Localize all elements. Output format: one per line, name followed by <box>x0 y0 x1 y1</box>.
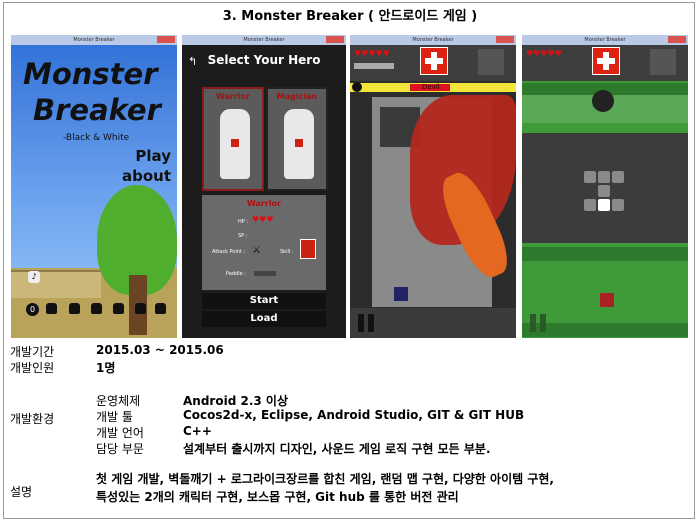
paddle-label: Paddle : <box>226 271 246 277</box>
pause-icon[interactable] <box>368 314 374 332</box>
env-os-value: Android 2.3 이상 <box>183 394 288 408</box>
hedge-middle <box>522 247 688 261</box>
dungeon-hole <box>592 90 614 112</box>
window-controls <box>326 36 344 43</box>
logo-line2: Breaker <box>33 93 161 127</box>
hero-name: Warrior <box>215 92 250 101</box>
boss-name: Devil <box>422 83 440 91</box>
people-label: 개발인원 <box>10 361 55 375</box>
period-value: 2015.03 ~ 2015.06 <box>96 343 224 357</box>
player-sprite <box>600 293 614 307</box>
lock-icon <box>46 303 57 314</box>
hp-hearts: ♥♥♥♥♥ <box>526 49 562 58</box>
hp-label: HP : <box>238 219 249 225</box>
lock-icon <box>113 303 124 314</box>
inventory-slot[interactable] <box>612 171 624 183</box>
inventory-slot[interactable] <box>598 171 610 183</box>
hero-name: Magician <box>276 92 318 101</box>
start-button[interactable]: Start <box>202 293 326 309</box>
select-hero-heading: Select Your Hero <box>207 53 321 67</box>
pause-icon[interactable] <box>540 314 546 332</box>
sp-indicator <box>354 63 394 69</box>
play-button[interactable]: Play <box>135 147 171 165</box>
player-sprite <box>394 287 408 301</box>
period-label: 개발기간 <box>10 345 55 359</box>
hero-stats-panel: Warrior HP : ♥♥♥ SP : Attack Point : ⚔ S… <box>202 195 326 290</box>
window-title: Monster Breaker <box>73 37 115 43</box>
panel-title: Warrior <box>246 199 281 208</box>
window-titlebar: Monster Breaker <box>11 35 177 45</box>
stage-badge[interactable]: 0 <box>26 303 39 316</box>
lock-icon <box>69 303 80 314</box>
window-controls <box>496 36 514 43</box>
env-role-label: 담당 부문 <box>96 442 144 456</box>
sp-label: SP : <box>238 233 248 239</box>
screenshot-inventory: Monster Breaker ♥♥♥♥♥ <box>522 35 688 338</box>
env-role-value: 설계부터 출시까지 디자인, 사운드 게임 로직 구현 모든 부분. <box>183 442 491 456</box>
env-tools-label: 개발 툴 <box>96 410 133 424</box>
window-title: Monster Breaker <box>243 37 285 43</box>
bottom-border <box>350 308 516 338</box>
inventory-slot[interactable] <box>584 171 596 183</box>
window-title: Monster Breaker <box>584 37 626 43</box>
env-language-value: C++ <box>183 424 212 438</box>
hp-hearts: ♥♥♥ <box>252 215 274 224</box>
hero-card-magician[interactable]: Magician <box>266 87 328 191</box>
minimap <box>478 49 504 75</box>
desc-line2: 특성있는 2개의 캐릭터 구현, 보스몹 구현, Git hub 를 통한 버전… <box>96 490 459 504</box>
logo-line1: Monster <box>23 57 158 91</box>
window-controls <box>668 36 686 43</box>
window-title: Monster Breaker <box>412 37 454 43</box>
skill-label: Skill : <box>280 249 294 255</box>
attack-label: Attack Point : <box>212 249 246 255</box>
desc-label: 설명 <box>10 485 33 499</box>
lock-icon <box>91 303 102 314</box>
inventory-slot[interactable] <box>612 199 624 211</box>
load-button[interactable]: Load <box>202 311 326 327</box>
boss-health-bar: Devil <box>350 83 516 92</box>
hero-card-warrior[interactable]: Warrior <box>202 87 264 191</box>
lock-icon <box>155 303 166 314</box>
window-controls <box>157 36 175 43</box>
hedge-bottom <box>522 323 688 337</box>
env-language-label: 개발 언어 <box>96 426 144 440</box>
castle-wall <box>11 270 101 298</box>
screenshot-boss-battle: Monster Breaker ♥♥♥♥♥ Devil <box>350 35 516 338</box>
skull-icon <box>352 82 362 92</box>
env-os-label: 운영체제 <box>96 394 141 408</box>
env-tools-value: Cocos2d-x, Eclipse, Android Studio, GIT … <box>183 408 525 422</box>
inventory-panel <box>522 133 688 243</box>
env-label: 개발환경 <box>10 412 55 426</box>
logo-subtitle: -Black & White <box>63 133 130 143</box>
window-titlebar: Monster Breaker <box>350 35 516 45</box>
pause-icon[interactable] <box>530 314 536 332</box>
inventory-slot[interactable] <box>584 199 596 211</box>
desc-line1: 첫 게임 개발, 벽돌깨기 + 로그라이크장르를 합친 게임, 랜덤 맵 구현,… <box>96 472 554 486</box>
inventory-slot-selected[interactable] <box>598 199 610 211</box>
medkit-item-icon[interactable] <box>420 47 448 75</box>
medkit-item-icon[interactable] <box>592 47 620 75</box>
minimap <box>650 49 676 75</box>
people-value: 1명 <box>96 361 116 375</box>
paddle-bar <box>254 271 276 276</box>
sound-icon[interactable]: ♪ <box>28 271 40 283</box>
window-titlebar: Monster Breaker <box>182 35 346 45</box>
hp-hearts: ♥♥♥♥♥ <box>354 49 390 58</box>
skill-medkit-icon <box>300 239 316 259</box>
screenshot-hero-select: Monster Breaker ↰ Select Your Hero Warri… <box>182 35 346 338</box>
section-title: 3. Monster Breaker ( 안드로이드 게임 ) <box>222 9 478 24</box>
inventory-slot[interactable] <box>598 185 610 197</box>
pause-icon[interactable] <box>358 314 364 332</box>
warrior-sprite <box>220 109 250 179</box>
magician-sprite <box>284 109 314 179</box>
screenshot-title-screen: Monster Breaker Monster Breaker -Black &… <box>11 35 177 338</box>
window-titlebar: Monster Breaker <box>522 35 688 45</box>
lock-icon <box>135 303 146 314</box>
sword-icon: ⚔ <box>252 245 261 256</box>
about-button[interactable]: about <box>122 167 171 185</box>
